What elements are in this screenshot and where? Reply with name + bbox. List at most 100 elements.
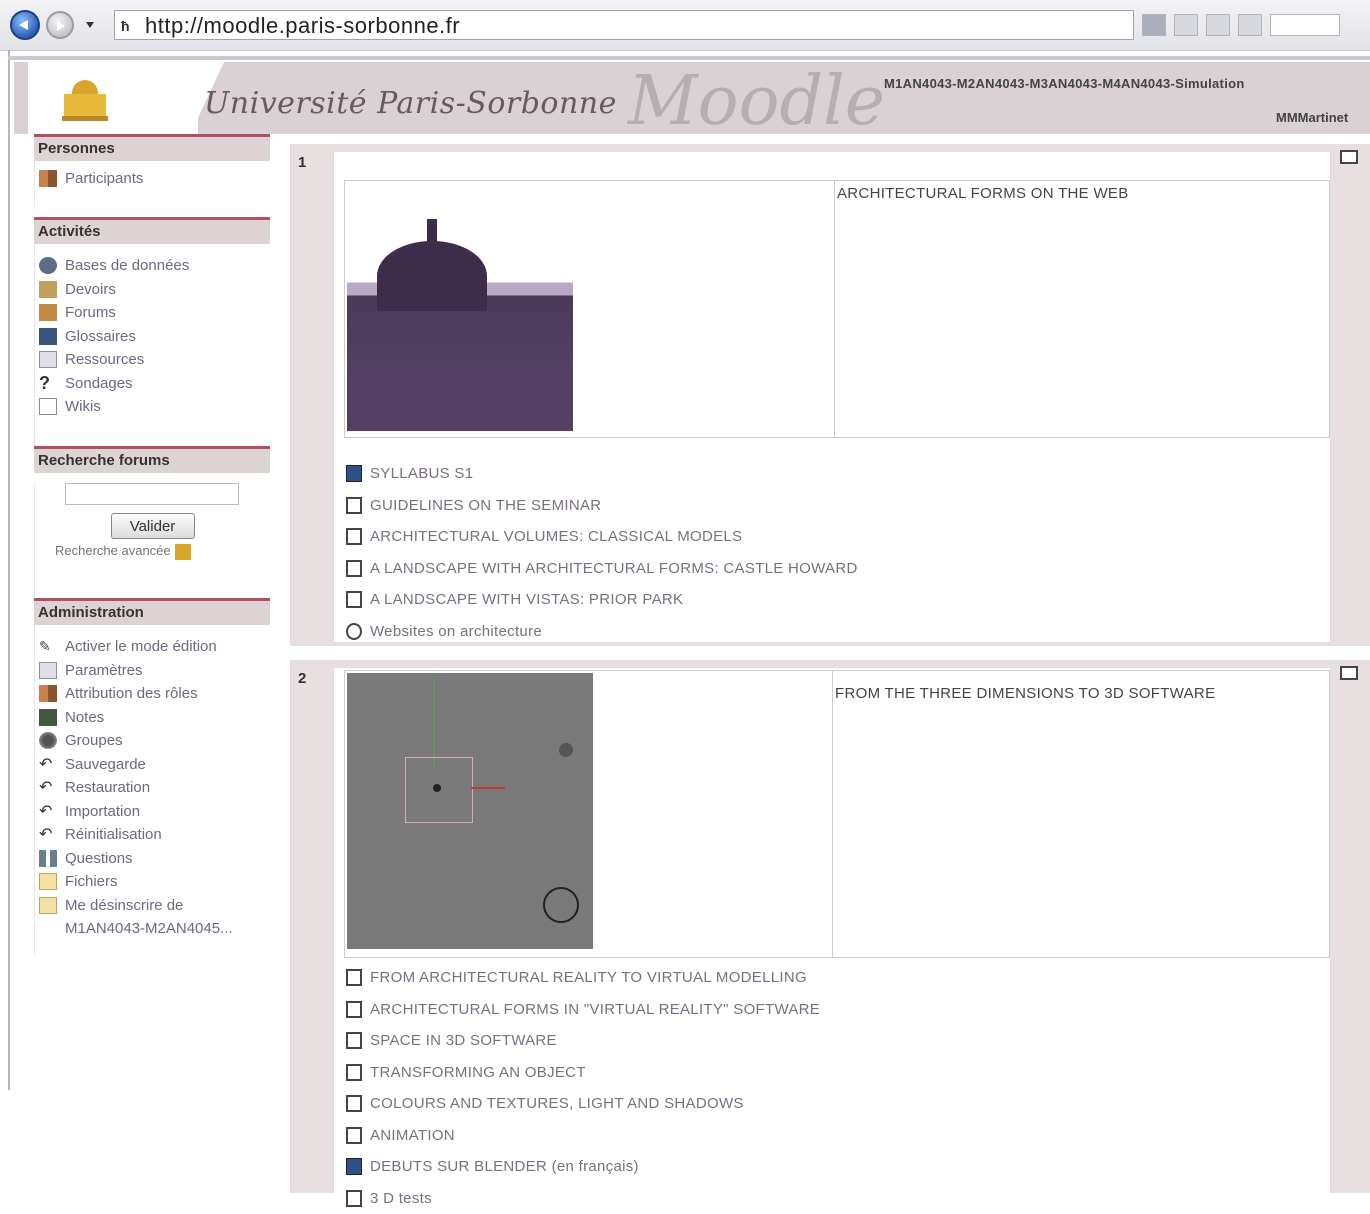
activity-link[interactable]: SYLLABUS S1: [344, 458, 858, 490]
window-frame-top: [8, 56, 1370, 60]
section-number: 2: [298, 670, 306, 687]
course-section-2: 2 FROM THE THREE DIMENSIONS TO 3D SOFTWA…: [290, 660, 1370, 1193]
document-icon: [346, 497, 362, 514]
activity-link[interactable]: COLOURS AND TEXTURES, LIGHT AND SHADOWS: [344, 1088, 820, 1120]
refresh-icon[interactable]: [1174, 14, 1198, 36]
document-icon: [346, 969, 362, 986]
block-search-title: Recherche forums: [34, 446, 270, 473]
section-1-photo: [347, 219, 573, 431]
activity-surveys[interactable]: ?Sondages: [35, 372, 270, 396]
section-number: 1: [298, 154, 306, 171]
grades-icon: [39, 709, 57, 726]
user-name[interactable]: MMMartinet: [1276, 110, 1348, 125]
word-doc-icon: [346, 465, 362, 482]
reset-icon: ↶: [39, 826, 57, 843]
section-title: FROM THE THREE DIMENSIONS TO 3D SOFTWARE: [835, 685, 1215, 702]
activity-link[interactable]: A LANDSCAPE WITH ARCHITECTURAL FORMS: CA…: [344, 553, 858, 585]
import-icon: ↶: [39, 803, 57, 820]
back-arrow-icon[interactable]: [10, 10, 40, 40]
activity-link[interactable]: GUIDELINES ON THE SEMINAR: [344, 490, 858, 522]
section-summary: ARCHITECTURAL FORMS ON THE WEB: [344, 180, 1330, 438]
course-section-1: 1 ARCHITECTURAL FORMS ON THE WEB SYLLABU…: [290, 144, 1370, 646]
admin-files[interactable]: Fichiers: [35, 870, 270, 894]
admin-restore[interactable]: ↶Restauration: [35, 776, 270, 800]
admin-reset[interactable]: ↶Réinitialisation: [35, 823, 270, 847]
document-icon: [346, 591, 362, 608]
admin-settings[interactable]: Paramètres: [35, 659, 270, 683]
edit-icon: ✎: [39, 638, 57, 655]
groups-icon: [39, 732, 57, 749]
activity-glossaries[interactable]: Glossaires: [35, 325, 270, 349]
activity-link[interactable]: Websites on architecture: [344, 616, 858, 648]
admin-roles[interactable]: Attribution des rôles: [35, 682, 270, 706]
activity-link[interactable]: TRANSFORMING AN OBJECT: [344, 1057, 820, 1089]
forum-search-input[interactable]: [65, 483, 239, 505]
toolbar-search-input[interactable]: [1270, 14, 1340, 36]
section-toggle-icon[interactable]: [1340, 150, 1358, 164]
assignment-icon: [39, 281, 57, 298]
admin-import[interactable]: ↶Importation: [35, 800, 270, 824]
activity-link[interactable]: SPACE IN 3D SOFTWARE: [344, 1025, 820, 1057]
admin-edit-mode[interactable]: ✎Activer le mode édition: [35, 635, 270, 659]
section-image-cell: [345, 181, 835, 437]
word-doc-icon: [346, 1158, 362, 1175]
section-summary: FROM THE THREE DIMENSIONS TO 3D SOFTWARE: [344, 670, 1330, 958]
participants-link[interactable]: Participants: [35, 167, 270, 191]
block-activities-title: Activités: [34, 217, 270, 244]
advanced-search-link[interactable]: Recherche avancée: [55, 543, 270, 560]
block-administration: Administration ✎Activer le mode édition …: [34, 598, 270, 955]
admin-unenrol-course[interactable]: M1AN4043-M2AN4045...: [35, 917, 270, 941]
activity-link[interactable]: ARCHITECTURAL FORMS IN "VIRTUAL REALITY"…: [344, 994, 820, 1026]
forum-icon: [39, 304, 57, 321]
roles-icon: [39, 685, 57, 702]
address-bar[interactable]: ħ http://moodle.paris-sorbonne.fr: [114, 10, 1134, 40]
browser-toolbar: ħ http://moodle.paris-sorbonne.fr: [0, 0, 1370, 51]
section-2-screenshot: [347, 673, 593, 949]
database-icon: [39, 257, 57, 274]
admin-backup[interactable]: ↶Sauvegarde: [35, 753, 270, 777]
document-icon: [346, 1064, 362, 1081]
resource-icon: [39, 351, 57, 368]
moodle-header: Université Paris-Sorbonne Moodle M1AN404…: [14, 62, 1370, 134]
course-code: M1AN4043-M2AN4043-M3AN4043-M4AN4043-Simu…: [884, 76, 1245, 91]
admin-grades[interactable]: Notes: [35, 706, 270, 730]
activity-assignments[interactable]: Devoirs: [35, 278, 270, 302]
admin-groups[interactable]: Groupes: [35, 729, 270, 753]
moodle-brand: Moodle: [628, 62, 885, 141]
toolbar-icons: [1142, 14, 1340, 38]
university-logo-icon[interactable]: [62, 80, 108, 124]
activity-resources[interactable]: Ressources: [35, 348, 270, 372]
people-icon: [39, 170, 57, 187]
admin-questions[interactable]: Questions: [35, 847, 270, 871]
questions-icon: [39, 850, 57, 867]
activity-link[interactable]: 3 D tests: [344, 1183, 820, 1214]
go-icon[interactable]: [1206, 14, 1230, 36]
university-name: Université Paris-Sorbonne: [204, 86, 617, 121]
address-url[interactable]: http://moodle.paris-sorbonne.fr: [145, 13, 460, 39]
block-activities: Activités Bases de données Devoirs Forum…: [34, 217, 270, 450]
activity-link[interactable]: ARCHITECTURAL VOLUMES: CLASSICAL MODELS: [344, 521, 858, 553]
document-icon: [346, 560, 362, 577]
admin-unenrol[interactable]: Me désinscrire de: [35, 894, 270, 918]
activity-link[interactable]: DEBUTS SUR BLENDER (en français): [344, 1151, 820, 1183]
activity-link[interactable]: FROM ARCHITECTURAL REALITY TO VIRTUAL MO…: [344, 962, 820, 994]
document-icon: [346, 1032, 362, 1049]
activity-databases[interactable]: Bases de données: [35, 254, 270, 278]
activity-wikis[interactable]: Wikis: [35, 395, 270, 419]
section-title: ARCHITECTURAL FORMS ON THE WEB: [837, 185, 1129, 202]
help-icon[interactable]: [175, 544, 191, 560]
section-activities: FROM ARCHITECTURAL REALITY TO VIRTUAL MO…: [344, 962, 820, 1214]
activity-link[interactable]: A LANDSCAPE WITH VISTAS: PRIOR PARK: [344, 584, 858, 616]
section-toggle-icon[interactable]: [1340, 666, 1358, 680]
favorites-icon[interactable]: [1142, 14, 1166, 36]
link-icon: [346, 623, 362, 640]
forward-arrow-icon[interactable]: [46, 11, 74, 39]
survey-icon: ?: [39, 375, 57, 392]
history-dropdown-icon[interactable]: [86, 22, 94, 28]
block-people-title: Personnes: [34, 134, 270, 161]
activity-forums[interactable]: Forums: [35, 301, 270, 325]
block-people: Personnes Participants: [34, 134, 270, 207]
activity-link[interactable]: ANIMATION: [344, 1120, 820, 1152]
stop-icon[interactable]: [1238, 14, 1262, 36]
validate-button[interactable]: Valider: [111, 513, 195, 539]
